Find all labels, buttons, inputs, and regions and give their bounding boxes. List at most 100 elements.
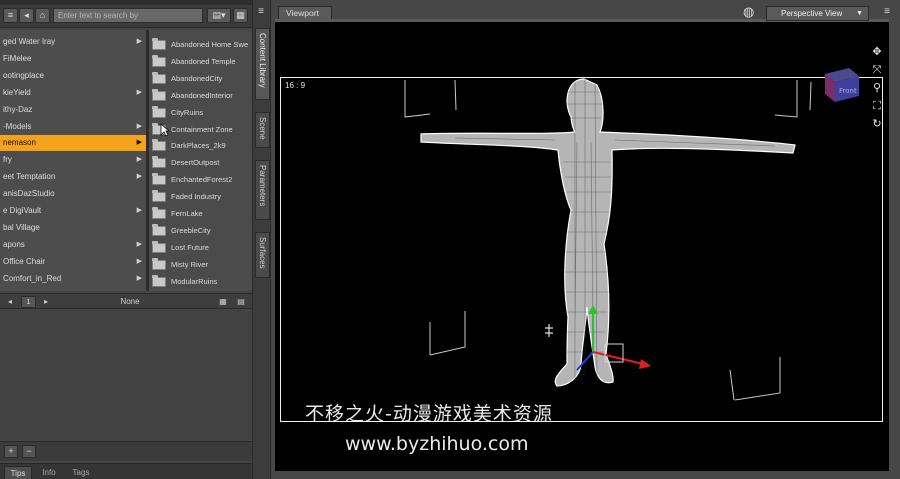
light-marker [545, 324, 553, 337]
folder-tree: ged Water Iray ▶ FiMelee ootingplace kieYiel… [0, 30, 146, 291]
folder-item[interactable]: kieYield ▶ [0, 85, 146, 101]
expand-arrow-icon[interactable]: ▶ [137, 135, 142, 151]
expand-arrow-icon[interactable]: ▶ [137, 254, 142, 270]
panel-menu-icon[interactable]: ≡ [3, 8, 18, 23]
expand-arrow-icon[interactable]: ▶ [137, 34, 142, 50]
pan-icon[interactable]: ✥ [870, 45, 884, 59]
folder-item[interactable]: -Models ▶ [0, 119, 146, 135]
expand-arrow-icon[interactable]: ▶ [137, 152, 142, 168]
content-item[interactable]: FernLake [149, 205, 252, 222]
content-item[interactable]: AbandonedInterior [149, 87, 252, 104]
folder-item[interactable]: apons ▶ [0, 237, 146, 253]
grid-view-icon[interactable]: ▦ [216, 296, 230, 308]
preset-label: None [120, 297, 140, 306]
folder-icon [152, 54, 166, 67]
content-library-panel: ≡ ◂ ⌂ ▤▾ ▦ ged Water Iray ▶ FiMelee ootingp… [0, 5, 252, 479]
info-tabs: Tips Info Tags [0, 463, 252, 479]
folder-item[interactable]: bal Village [0, 220, 146, 236]
camera-select[interactable]: Perspective View ▼ [766, 6, 869, 21]
tab-parameters[interactable]: Parameters [255, 160, 270, 220]
tab-surfaces[interactable]: Surfaces [255, 232, 270, 278]
zoom-icon[interactable]: ⚲ [870, 81, 884, 95]
folder-item[interactable]: ootingplace [0, 68, 146, 84]
tab-content-library[interactable]: Content Library [255, 28, 270, 100]
view-mode-icon[interactable]: ▤▾ [207, 8, 231, 23]
expand-arrow-icon[interactable]: ▶ [137, 237, 142, 253]
content-item-label: DarkPlaces_2k9 [171, 141, 226, 151]
content-item[interactable]: AbandonedCity [149, 70, 252, 87]
folder-icon [152, 71, 166, 84]
viewport-nav-tools: ✥ ⤧ ⚲ ⛶ ↻ [869, 25, 885, 145]
folder-item-label: nemason [3, 138, 36, 148]
content-item[interactable]: EnchantedForest2 [149, 171, 252, 188]
expand-arrow-icon[interactable]: ▶ [137, 119, 142, 135]
content-item[interactable]: DesertOutpost [149, 154, 252, 171]
viewport-canvas[interactable]: 16 : 9 Front 不移之火-动漫游戏美术资源 www.byzhihuo.… [275, 22, 889, 471]
content-item[interactable]: DarkPlaces_2k9 [149, 137, 252, 154]
content-item[interactable]: Misty River [149, 256, 252, 273]
folder-item-label: kieYield [3, 87, 31, 97]
reset-icon[interactable]: ↻ [870, 117, 884, 131]
prev-page-button[interactable]: ◂ [3, 296, 17, 308]
folder-icon [152, 274, 166, 287]
folder-icon [152, 223, 166, 236]
folder-item[interactable]: Office Chair ▶ [0, 254, 146, 270]
folder-item[interactable]: fry ▶ [0, 152, 146, 168]
folder-item[interactable]: FiMelee [0, 51, 146, 67]
tab-info[interactable]: Info [36, 466, 62, 479]
folder-item-label: ithy-Daz [3, 104, 33, 114]
view-cube[interactable]: Front [819, 60, 863, 104]
content-item[interactable]: Abandoned Temple [149, 53, 252, 70]
panel-menu-icon[interactable]: ≡ [254, 6, 268, 18]
options-icon[interactable]: ▦ [233, 8, 248, 23]
folder-item[interactable]: ged Water Iray ▶ [0, 34, 146, 50]
expand-arrow-icon[interactable]: ▶ [137, 271, 142, 287]
remove-icon[interactable]: − [22, 445, 36, 458]
folder-item[interactable]: eet Temptation ▶ [0, 169, 146, 185]
folder-icon [152, 240, 166, 253]
expand-arrow-icon[interactable]: ▶ [137, 85, 142, 101]
folder-icon [152, 156, 166, 169]
tab-scene[interactable]: Scene [255, 112, 270, 148]
camera-select-value: Perspective View [781, 9, 843, 18]
expand-arrow-icon[interactable]: ▶ [137, 203, 142, 219]
list-view-icon[interactable]: ▤ [234, 296, 248, 308]
tab-tips[interactable]: Tips [4, 466, 32, 479]
content-item-label: AbandonedCity [171, 73, 223, 83]
content-item[interactable]: Lost Future [149, 239, 252, 256]
frame-icon[interactable]: ⛶ [870, 99, 884, 113]
folder-item[interactable]: e DigiVault ▶ [0, 203, 146, 219]
search-input[interactable] [53, 8, 203, 23]
add-icon[interactable]: + [4, 445, 18, 458]
globe-icon[interactable]: ◍ [743, 5, 760, 20]
viewport-pane: Viewport 16 : 9 Front 不移之火-动漫游戏美术资源 www.… [271, 0, 900, 479]
folder-item[interactable]: Comfort_in_Red ▶ [0, 271, 146, 287]
folder-item[interactable]: nemason ▶ [0, 135, 146, 152]
folder-item-label: -Models [3, 121, 32, 131]
chevron-down-icon: ▼ [856, 10, 863, 17]
scene-bounding-box [404, 79, 812, 401]
page-number[interactable]: 1 [21, 296, 36, 308]
tab-viewport[interactable]: Viewport [278, 6, 332, 20]
content-item[interactable]: Abandoned Home Swe [149, 36, 252, 53]
content-item[interactable]: Faded Industry [149, 188, 252, 205]
folder-item-label: ged Water Iray [3, 37, 56, 46]
folder-item-label: bal Village [3, 222, 40, 232]
content-item-label: Misty River [171, 259, 209, 269]
next-page-button[interactable]: ▸ [39, 296, 53, 308]
content-item[interactable]: ModularRuins [149, 273, 252, 290]
viewport-menu-icon[interactable]: ≡ [880, 6, 894, 18]
move-icon[interactable]: ⤧ [870, 63, 884, 77]
tab-tags[interactable]: Tags [66, 466, 96, 479]
folder-item-label: eet Temptation [3, 172, 56, 182]
cursor-icon [160, 123, 170, 137]
folder-item[interactable]: ithy-Daz [0, 102, 146, 118]
content-item[interactable]: GreebleCity [149, 222, 252, 239]
home-icon[interactable]: ⌂ [35, 8, 50, 23]
expand-arrow-icon[interactable]: ▶ [137, 169, 142, 185]
content-item[interactable]: CityRuins [149, 104, 252, 121]
back-icon[interactable]: ◂ [19, 8, 34, 23]
folder-item-label: Comfort_in_Red [3, 273, 62, 283]
folder-item-label: e DigiVault [3, 206, 42, 215]
folder-item[interactable]: anisDazStudio [0, 186, 146, 202]
